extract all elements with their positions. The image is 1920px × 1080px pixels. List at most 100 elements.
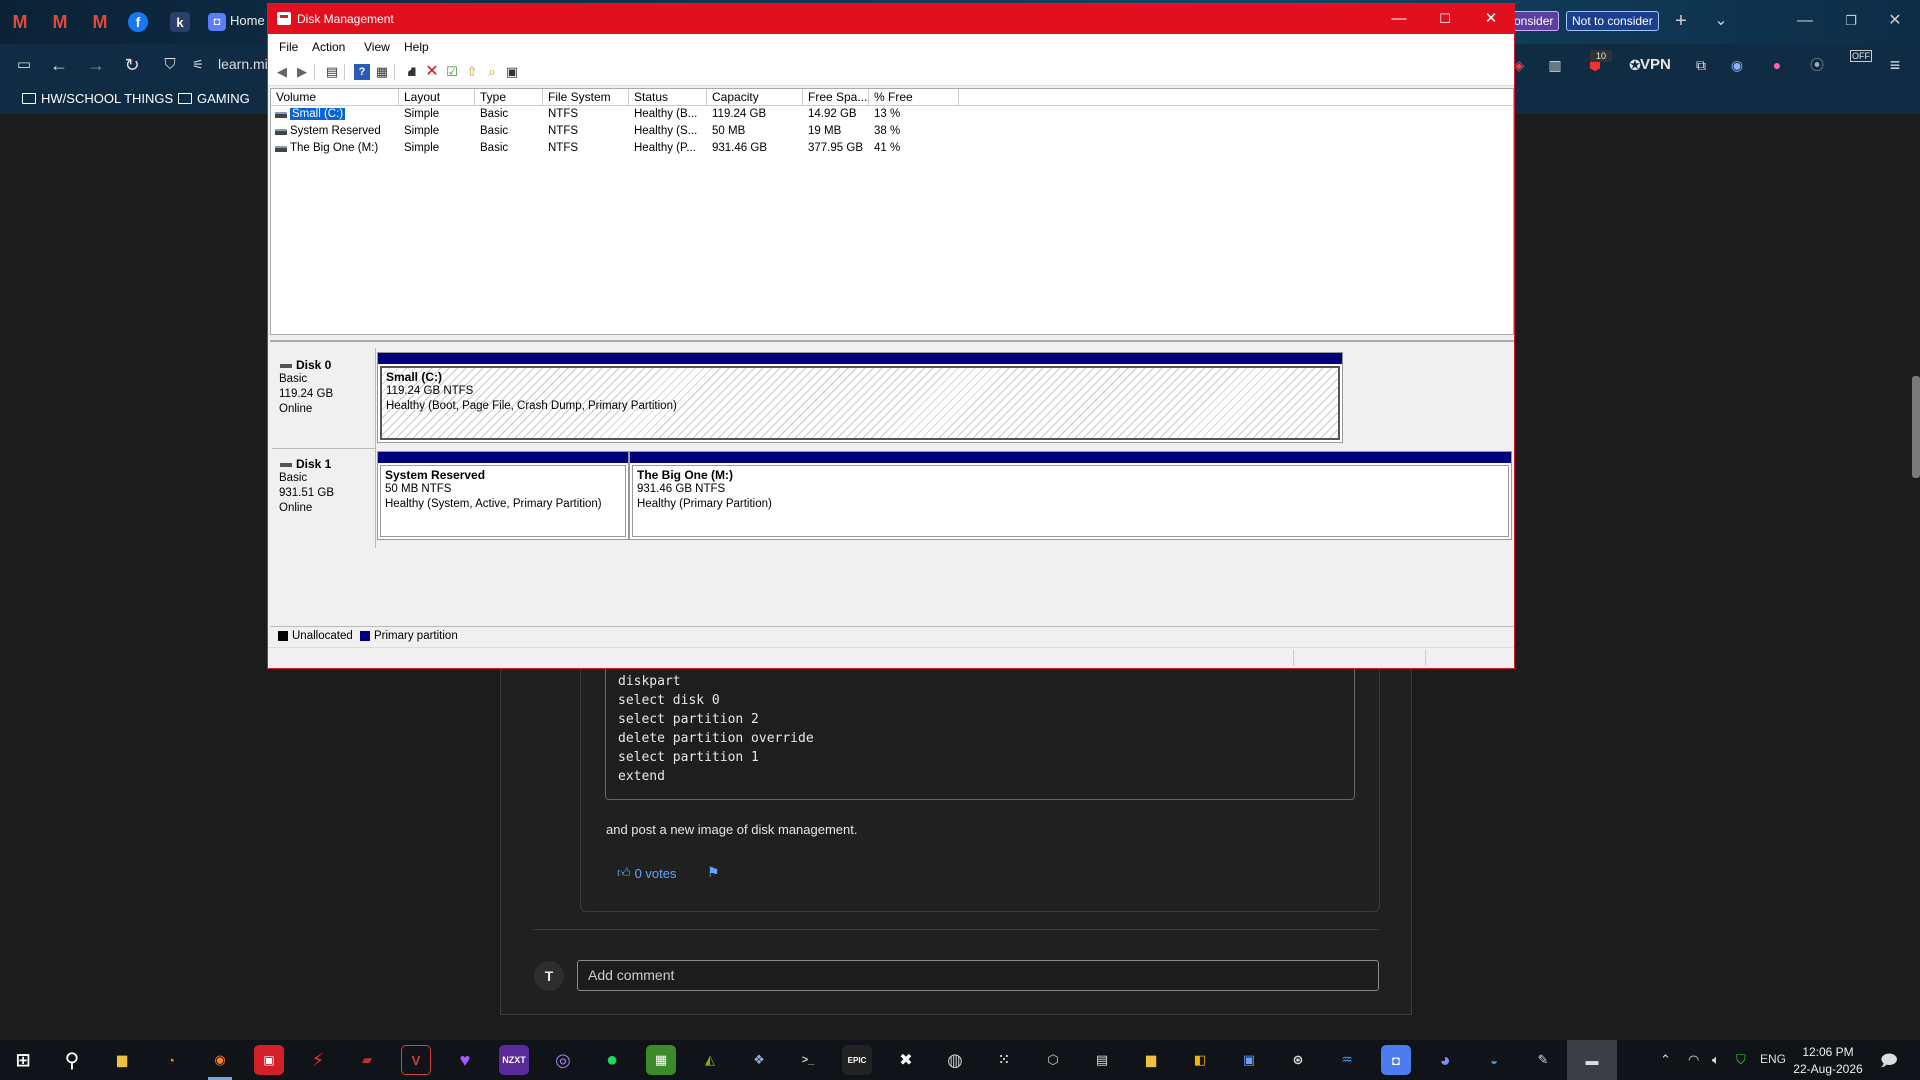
forward-arrow-icon[interactable]: → (84, 53, 108, 77)
app-bolt-icon[interactable]: ⚡ (303, 1045, 333, 1075)
browser-minimize-icon[interactable]: — (1790, 8, 1820, 34)
reload-icon[interactable]: ↻ (120, 53, 144, 77)
broadcast-icon[interactable]: ⦿ (1806, 53, 1828, 77)
vpn-label[interactable]: VPN (1640, 53, 1671, 77)
app-heart-icon[interactable]: ♥ (450, 1045, 480, 1075)
firefox-icon[interactable]: ◉ (205, 1045, 235, 1075)
tab-list-chevron-icon[interactable]: ⌄ (1706, 8, 1736, 34)
nvidia-icon[interactable]: ◭ (695, 1045, 725, 1075)
gmail-icon[interactable]: M (48, 10, 72, 34)
notepad-icon[interactable]: ▤ (1087, 1045, 1117, 1075)
new-tab-plus-icon[interactable]: + (1666, 8, 1696, 34)
tab-home-label[interactable]: Home (230, 13, 265, 28)
windows-start-icon[interactable]: ⊞ (8, 1045, 38, 1075)
app-circle-icon[interactable]: ◎ (548, 1045, 578, 1075)
davinci-icon[interactable]: ❖ (744, 1045, 774, 1075)
column-header-file-system[interactable]: File System (543, 89, 629, 106)
notification-icon[interactable]: 🗩︎ (1880, 1050, 1898, 1077)
disk-0-label[interactable]: Disk 0 Basic 119.24 GB Online (272, 348, 376, 448)
language-indicator[interactable]: ENG (1760, 1052, 1786, 1066)
site-settings-icon[interactable]: ⚟ (186, 53, 210, 77)
column-header-type[interactable]: Type (475, 89, 543, 106)
clock[interactable]: 12:06 PM 22-Aug-2026 (1793, 1044, 1863, 1078)
page-scrollbar[interactable] (1912, 376, 1920, 478)
home-tab-icon[interactable]: ◘ (208, 13, 226, 31)
epic-games-icon[interactable]: EPIC (842, 1045, 872, 1075)
gmail-icon[interactable]: M (8, 10, 32, 34)
column-header-free-space[interactable]: Free Spa... (803, 89, 869, 106)
table-row[interactable]: System Reserved (290, 125, 381, 137)
menu-action[interactable]: Action (312, 40, 345, 54)
off-toggle-label[interactable]: OFF (1850, 50, 1872, 62)
app-bird-icon[interactable]: ◒ (1479, 1045, 1509, 1075)
spotify-icon[interactable]: ● (597, 1045, 627, 1075)
close-icon[interactable]: ✕ (1468, 4, 1514, 34)
security-shield-icon[interactable]: ⛉ (1736, 1052, 1746, 1068)
table-row[interactable]: Small (C:) (290, 108, 346, 120)
forward-icon[interactable]: ▶ (294, 64, 310, 80)
search-icon[interactable]: ⚲ (57, 1045, 87, 1075)
discord-icon[interactable]: ◕ (1430, 1045, 1460, 1075)
blender-icon[interactable]: ◔ (156, 1045, 186, 1075)
table-row[interactable]: The Big One (M:) (290, 142, 378, 154)
flag-icon[interactable]: ⚑ (707, 864, 720, 881)
extension-flame-icon[interactable]: ● (1766, 53, 1788, 77)
partition-small-c[interactable]: Small (C:) 119.24 GB NTFS Healthy (Boot,… (377, 352, 1343, 443)
app-red-icon[interactable]: ▣ (254, 1045, 284, 1075)
back-arrow-icon[interactable]: ← (47, 53, 71, 77)
sidebar-toggle-icon[interactable]: ▭ (12, 53, 36, 77)
connect-drive-icon[interactable]: ⛘ (404, 64, 420, 80)
app-pulse-icon[interactable]: ♒ (1332, 1045, 1362, 1075)
profile-extension-icon[interactable]: ◉ (1726, 53, 1748, 77)
folder-app-icon[interactable]: ▆ (1136, 1045, 1166, 1075)
app-blue-icon[interactable]: ◘ (1381, 1045, 1411, 1075)
console-tree-icon[interactable]: ▤ (324, 64, 340, 80)
facebook-icon[interactable]: f (128, 12, 148, 32)
app-x-icon[interactable]: ✖ (891, 1045, 921, 1075)
app-grid-icon[interactable]: ⁙ (989, 1045, 1019, 1075)
unity-icon[interactable]: ⬡ (1038, 1045, 1068, 1075)
menu-view[interactable]: View (364, 40, 390, 54)
browser-restore-icon[interactable]: ❐ (1836, 8, 1866, 34)
app-pen-icon[interactable]: ✎ (1528, 1045, 1558, 1075)
menu-file[interactable]: File (279, 40, 298, 54)
bookmark-hw-school[interactable]: HW/SCHOOL THINGS (22, 91, 173, 106)
k-site-icon[interactable]: k (170, 12, 190, 32)
browser-close-icon[interactable]: ✕ (1880, 8, 1910, 34)
add-comment-input[interactable]: Add comment (577, 960, 1379, 991)
vote-button[interactable]: 👍︎ 0 votes (617, 865, 677, 881)
minecraft-icon[interactable]: ▦ (646, 1045, 676, 1075)
tab-not-to-consider[interactable]: Not to consider (1566, 11, 1659, 31)
file-explorer-icon[interactable]: ▆ (107, 1045, 137, 1075)
delete-icon[interactable]: ✕ (424, 64, 440, 80)
volume-icon[interactable]: 🔈︎ (1712, 1052, 1720, 1068)
partition-system-reserved[interactable]: System Reserved 50 MB NTFS Healthy (Syst… (377, 451, 629, 540)
column-header-layout[interactable]: Layout (399, 89, 475, 106)
check-icon[interactable]: ☑ (444, 64, 460, 80)
folder-up-icon[interactable]: ⇧ (464, 64, 480, 80)
column-header-status[interactable]: Status (629, 89, 707, 106)
settings-pane-icon[interactable]: ▣ (504, 64, 520, 80)
terminal-icon[interactable]: >_ (793, 1045, 823, 1075)
column-header-capacity[interactable]: Capacity (707, 89, 803, 106)
tray-expand-icon[interactable]: ⌃ (1660, 1052, 1671, 1068)
extensions-puzzle-icon[interactable]: ⧉ (1690, 53, 1712, 77)
app-monitor-icon[interactable]: ▣ (1234, 1045, 1264, 1075)
tab-consider[interactable]: onsider (1508, 11, 1560, 31)
gmail-icon[interactable]: M (88, 10, 112, 34)
shield-icon[interactable]: ⛉ (158, 53, 182, 77)
maximize-icon[interactable]: ☐ (1422, 4, 1468, 34)
help-icon[interactable]: ? (354, 64, 370, 80)
folder-search-icon[interactable]: ⌕ (484, 64, 500, 80)
menu-hamburger-icon[interactable]: ≡ (1884, 53, 1906, 77)
minimize-icon[interactable]: — (1376, 4, 1422, 34)
app-car-icon[interactable]: ▰ (352, 1045, 382, 1075)
disk-management-taskbar-icon[interactable]: ▬ (1577, 1045, 1607, 1075)
nzxt-icon[interactable]: NZXT (499, 1045, 529, 1075)
properties-view-icon[interactable]: ▦ (374, 64, 390, 80)
obs-icon[interactable]: ◍ (940, 1045, 970, 1075)
dm-titlebar[interactable]: Disk Management — ☐ ✕ (268, 4, 1514, 34)
wifi-icon[interactable]: ◠ (1688, 1052, 1699, 1068)
url-bar-text[interactable]: learn.mi (218, 56, 268, 72)
partition-the-big-one-m[interactable]: The Big One (M:) 931.46 GB NTFS Healthy … (629, 451, 1512, 540)
